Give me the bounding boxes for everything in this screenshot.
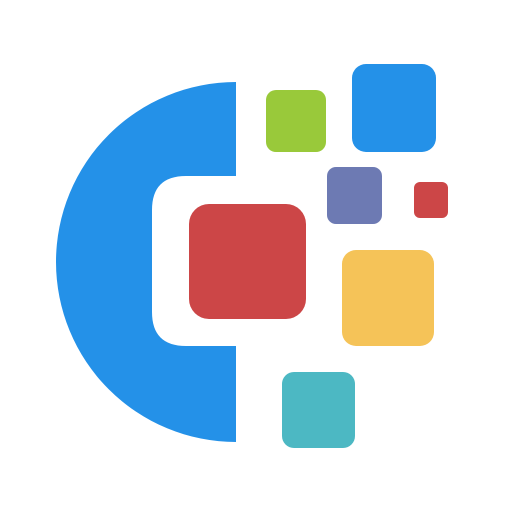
logo-canvas — [0, 0, 512, 512]
purple-square — [327, 167, 382, 224]
yellow-square — [342, 250, 434, 346]
teal-square — [282, 372, 355, 448]
app-logo-icon — [0, 0, 512, 512]
top-blue-square — [352, 64, 436, 152]
green-square — [266, 90, 326, 152]
small-red-square — [414, 182, 448, 218]
large-red-square — [189, 204, 306, 319]
